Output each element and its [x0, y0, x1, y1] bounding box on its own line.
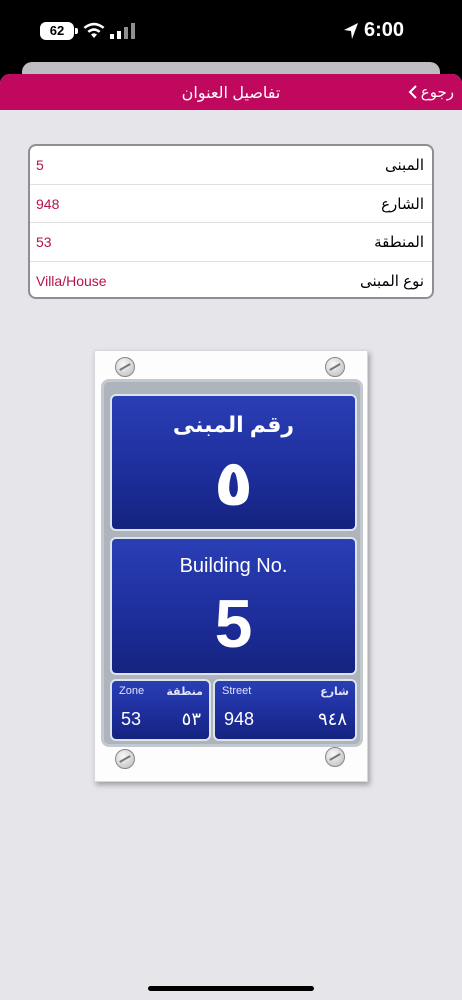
- street-number-en: 948: [224, 709, 255, 729]
- wifi-icon: [83, 22, 105, 38]
- zone-label-en: Zone: [119, 685, 145, 697]
- nav-bar: تفاصيل العنوان رجوع: [0, 74, 462, 110]
- status-bar: 62 6:00: [0, 0, 462, 62]
- building-number-plate-image: رقم المبنى ٥ Building No. 5 Zone منطقة 5…: [94, 350, 368, 782]
- address-details-card: المبنى 5 الشارع 948 المنطقة 53 نوع المبن…: [28, 144, 434, 299]
- street-number-ar: ٩٤٨: [317, 709, 347, 729]
- detail-label: الشارع: [381, 195, 424, 213]
- address-details-sheet: تفاصيل العنوان رجوع المبنى 5 الشارع 948 …: [0, 74, 462, 1000]
- detail-label: المنطقة: [374, 234, 424, 251]
- back-label: رجوع: [420, 84, 454, 101]
- detail-row-zone: المنطقة 53: [30, 223, 432, 262]
- home-indicator[interactable]: [148, 986, 314, 991]
- detail-value: 948: [36, 195, 60, 212]
- detail-value: Villa/House: [36, 272, 107, 289]
- plate-arabic-panel: رقم المبنى ٥: [110, 394, 357, 531]
- detail-row-building: المبنى 5: [30, 146, 432, 185]
- street-label-en: Street: [222, 685, 252, 697]
- zone-number-ar: ٥٣: [181, 709, 201, 729]
- plate-english-caption: Building No.: [179, 555, 288, 577]
- battery-indicator: 62: [40, 22, 78, 40]
- cellular-signal-icon: [110, 23, 135, 39]
- status-time: 6:00: [364, 19, 405, 41]
- screw-icon: [325, 747, 345, 767]
- street-label-ar: شارع: [320, 686, 349, 698]
- plate-arabic-number: ٥: [213, 447, 254, 519]
- detail-label: نوع المبنى: [359, 272, 424, 290]
- detail-row-building-type: نوع المبنى Villa/House: [30, 262, 432, 298]
- back-button[interactable]: رجوع: [408, 82, 454, 102]
- screw-icon: [115, 749, 135, 769]
- plate-arabic-caption: رقم المبنى: [172, 412, 295, 437]
- screw-icon: [325, 357, 345, 377]
- zone-label-ar: منطقة: [166, 686, 203, 698]
- zone-number-en: 53: [121, 709, 142, 729]
- detail-value: 53: [36, 234, 52, 250]
- page-title: تفاصيل العنوان: [181, 85, 281, 102]
- detail-row-street: الشارع 948: [30, 185, 432, 223]
- building-plate: رقم المبنى ٥ Building No. 5 Zone منطقة 5…: [101, 379, 363, 747]
- location-arrow-icon: [344, 23, 358, 39]
- plate-street-panel: Street شارع 948 ٩٤٨: [213, 679, 357, 741]
- screw-icon: [115, 357, 135, 377]
- plate-english-panel: Building No. 5: [110, 537, 357, 675]
- detail-value: 5: [36, 157, 44, 173]
- chevron-left-icon: [408, 85, 417, 99]
- plate-english-number: 5: [214, 586, 253, 662]
- detail-label: المبنى: [385, 157, 424, 174]
- plate-zone-panel: Zone منطقة 53 ٥٣: [110, 679, 211, 741]
